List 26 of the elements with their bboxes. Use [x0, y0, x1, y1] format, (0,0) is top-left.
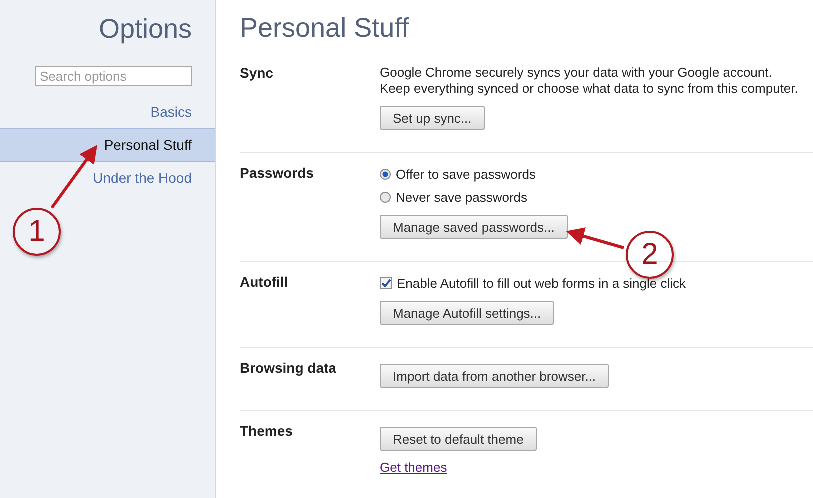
description-text: Google Chrome securely syncs your data with your Google account. Keep everything synced or choose what data to sync from this computer. [380, 65, 798, 97]
action-button[interactable]: Set up sync... [380, 106, 485, 130]
sidebar-title: Options [98, 13, 193, 46]
annotation-arrow [566, 228, 624, 250]
annotation-number: 1 [13, 208, 61, 256]
annotation-number: 2 [626, 231, 674, 279]
section-label: Autofill [240, 274, 290, 292]
section-label: Sync [240, 65, 274, 83]
sidebar-item[interactable]: Under the Hood [0, 162, 215, 194]
action-button[interactable]: Manage saved passwords... [380, 215, 568, 239]
search-field[interactable]: Search options [35, 66, 192, 86]
section-label: Browsing data [240, 360, 338, 378]
checkbox[interactable] [380, 277, 392, 289]
option-label: Never save passwords [396, 190, 528, 204]
action-button[interactable]: Reset to default theme [380, 427, 537, 451]
section-label: Passwords [240, 165, 315, 183]
action-button[interactable]: Manage Autofill settings... [380, 301, 554, 325]
section-label: Themes [240, 423, 294, 441]
page-title: Personal Stuff [240, 12, 410, 45]
get-themes-link[interactable]: Get themes [380, 460, 448, 475]
radio-button[interactable] [380, 192, 391, 202]
sidebar-item[interactable]: Personal Stuff [0, 128, 215, 162]
radio-button[interactable] [380, 168, 391, 180]
action-button[interactable]: Import data from another browser... [380, 364, 610, 388]
sidebar-item[interactable]: Basics [0, 96, 215, 128]
option-label: Offer to save passwords [396, 166, 536, 182]
